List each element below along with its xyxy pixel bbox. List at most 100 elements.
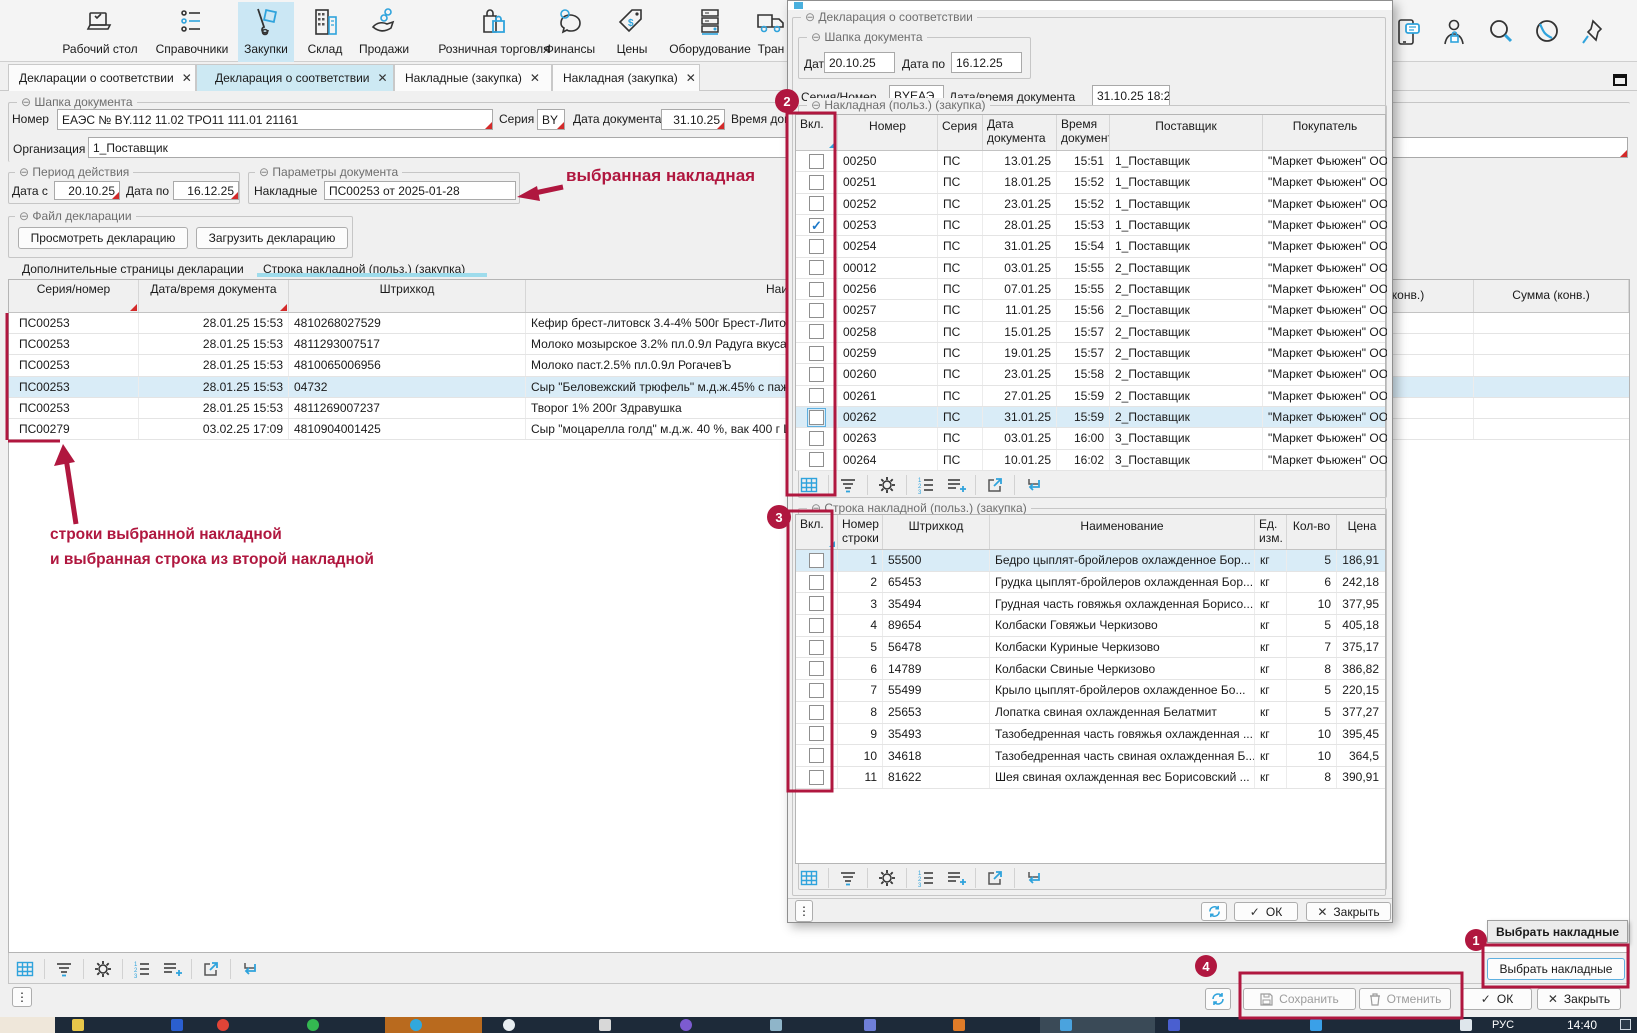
ribbon-item-desktop[interactable]: Рабочий стол	[58, 2, 142, 62]
include-checkbox[interactable]	[809, 618, 824, 633]
onec-icon[interactable]	[1060, 1019, 1072, 1031]
include-checkbox[interactable]	[809, 324, 824, 339]
col-price[interactable]: Цена	[1337, 515, 1387, 549]
include-checkbox[interactable]	[809, 748, 824, 763]
invoices-field[interactable]: ПС00253 от 2025-01-28	[324, 181, 516, 200]
ribbon-item-finance[interactable]: Финансы	[534, 2, 606, 62]
subtab-pages[interactable]: Дополнительные страницы декларации	[22, 262, 244, 276]
ribbon-item-prices[interactable]: $Цены	[610, 2, 654, 62]
ribbon-item-equipment[interactable]: Оборудование	[660, 2, 760, 62]
col-time[interactable]: Время документа	[1057, 115, 1110, 150]
col-unit[interactable]: Ед. изм.	[1255, 515, 1287, 549]
include-checkbox[interactable]	[809, 726, 824, 741]
ribbon-item-sales[interactable]: Продажи	[352, 2, 416, 62]
col-buyer[interactable]: Покупатель	[1263, 115, 1387, 150]
return-icon[interactable]	[1023, 474, 1045, 496]
line-row[interactable]: 5 56478 Колбаски Куриные Черкизово кг 7 …	[796, 637, 1385, 659]
invoice-row[interactable]: 00252 ПС 23.01.25 15:52 1_Поставщик "Мар…	[796, 194, 1385, 215]
ribbon-item-purchases[interactable]: Закупки	[238, 2, 294, 62]
teams-icon[interactable]	[1168, 1019, 1180, 1031]
col-sum-conv[interactable]: Сумма (конв.)	[1474, 280, 1629, 312]
filter-icon[interactable]	[837, 474, 859, 496]
media-icon[interactable]	[864, 1019, 876, 1031]
grid-icon[interactable]	[798, 867, 820, 889]
include-checkbox[interactable]	[809, 388, 824, 403]
close-icon[interactable]: ✕	[182, 71, 192, 85]
dialog-more-button[interactable]: ⋮	[795, 900, 813, 922]
col-barcode[interactable]: Штрихкод	[883, 515, 990, 549]
include-checkbox[interactable]	[809, 553, 824, 568]
dialog-close-button[interactable]: ✕Закрыть	[1306, 902, 1391, 921]
include-checkbox[interactable]	[809, 154, 824, 169]
code-icon[interactable]	[953, 1019, 965, 1031]
load-declaration-button[interactable]: Загрузить декларацию	[196, 227, 348, 249]
telegram-icon[interactable]	[410, 1019, 422, 1031]
include-checkbox[interactable]	[809, 431, 824, 446]
listplus-icon[interactable]	[945, 867, 967, 889]
invoice-row[interactable]: 00263 ПС 03.01.25 16:00 3_Поставщик "Мар…	[796, 428, 1385, 449]
dlg-date-from-field[interactable]: 20.10.25	[824, 52, 895, 73]
line-row[interactable]: 7 55499 Крыло цыплят-бройлеров охлажденн…	[796, 680, 1385, 702]
include-checkbox[interactable]	[809, 346, 824, 361]
export-icon[interactable]	[200, 958, 222, 980]
viber-icon[interactable]	[680, 1019, 692, 1031]
invoice-row[interactable]: 00012 ПС 03.01.25 15:55 2_Поставщик "Мар…	[796, 258, 1385, 279]
book-icon[interactable]	[770, 1019, 782, 1031]
include-checkbox[interactable]	[809, 218, 824, 233]
invoice-row[interactable]: 00264 ПС 10.01.25 16:02 3_Поставщик "Мар…	[796, 450, 1385, 471]
invoice-row[interactable]: 00253 ПС 28.01.25 15:53 1_Поставщик "Мар…	[796, 215, 1385, 236]
search-icon[interactable]	[1487, 17, 1515, 47]
include-checkbox[interactable]	[809, 770, 824, 785]
gear-icon[interactable]	[876, 867, 898, 889]
tab-declarations[interactable]: Декларации о соответствии✕	[8, 64, 196, 91]
col-datetime[interactable]: Дата/время документа	[139, 280, 289, 312]
number-field[interactable]: ЕАЭС № BY.112 11.02 ТРО11 111.01 21161	[57, 109, 493, 130]
return-icon[interactable]	[239, 958, 261, 980]
line-row[interactable]: 6 14789 Колбаски Свиные Черкизово кг 8 3…	[796, 658, 1385, 680]
keyboard-icon[interactable]	[1460, 1019, 1472, 1031]
ribbon-item-warehouse[interactable]: Склад	[300, 2, 350, 62]
close-icon[interactable]: ✕	[686, 71, 696, 85]
col-barcode[interactable]: Штрихкод	[289, 280, 526, 312]
numlist-icon[interactable]: 123	[131, 958, 153, 980]
invoice-row[interactable]: 00260 ПС 23.01.25 15:58 2_Поставщик "Мар…	[796, 364, 1385, 385]
col-date[interactable]: Дата документа	[983, 115, 1057, 150]
ribbon-item-transport[interactable]: Тран	[751, 2, 791, 62]
return-icon[interactable]	[1023, 867, 1045, 889]
col-supplier[interactable]: Поставщик	[1110, 115, 1263, 150]
include-checkbox[interactable]	[809, 260, 824, 275]
invoice-row[interactable]: 00256 ПС 07.01.25 15:55 2_Поставщик "Мар…	[796, 279, 1385, 300]
include-checkbox[interactable]	[809, 596, 824, 611]
col-num[interactable]: Номер	[838, 115, 938, 150]
export-icon[interactable]	[984, 474, 1006, 496]
col-series[interactable]: Серия	[938, 115, 983, 150]
line-row[interactable]: 2 65453 Грудка цыплят-бройлеров охлажден…	[796, 572, 1385, 594]
line-row[interactable]: 3 35494 Грудная часть говяжья охлажденна…	[796, 593, 1385, 615]
listplus-icon[interactable]	[161, 958, 183, 980]
whatsapp-icon[interactable]	[307, 1019, 319, 1031]
invoice-row[interactable]: 00259 ПС 19.01.25 15:57 2_Поставщик "Мар…	[796, 343, 1385, 364]
line-row[interactable]: 9 35493 Тазобедренная часть говяжья охла…	[796, 724, 1385, 746]
ribbon-item-refbook[interactable]: Справочники	[146, 2, 238, 62]
doc-date-field[interactable]: 31.10.25	[661, 109, 725, 130]
dialog-refresh-button[interactable]	[1201, 902, 1227, 921]
invoice-row[interactable]: 00254 ПС 31.01.25 15:54 1_Поставщик "Мар…	[796, 236, 1385, 257]
view-declaration-button[interactable]: Просмотреть декларацию	[18, 227, 188, 249]
taskbar-clock[interactable]: 14:40	[1567, 1018, 1597, 1032]
include-checkbox[interactable]	[809, 452, 824, 467]
tab-invoice[interactable]: Накладная (закупка)✕	[552, 64, 700, 91]
invoice-row[interactable]: 00258 ПС 15.01.25 15:57 2_Поставщик "Мар…	[796, 322, 1385, 343]
more-actions-button[interactable]: ⋮	[12, 987, 32, 1007]
dialog-ok-button[interactable]: ✓ОК	[1234, 902, 1298, 921]
line-row[interactable]: 11 81622 Шея свиная охлажденная вес Бори…	[796, 767, 1385, 789]
app-circle-icon[interactable]	[503, 1019, 515, 1031]
browser-icon[interactable]	[217, 1019, 229, 1031]
save-button[interactable]: Сохранить	[1243, 988, 1356, 1010]
grid-icon[interactable]	[14, 958, 36, 980]
col-name[interactable]: Наименование	[990, 515, 1255, 549]
series-field[interactable]: BY	[537, 109, 565, 130]
grid-icon[interactable]	[798, 474, 820, 496]
invoice-row[interactable]: 00257 ПС 11.01.25 15:56 2_Поставщик "Мар…	[796, 300, 1385, 321]
notes-icon[interactable]	[599, 1019, 611, 1031]
folder-icon[interactable]	[72, 1019, 84, 1031]
